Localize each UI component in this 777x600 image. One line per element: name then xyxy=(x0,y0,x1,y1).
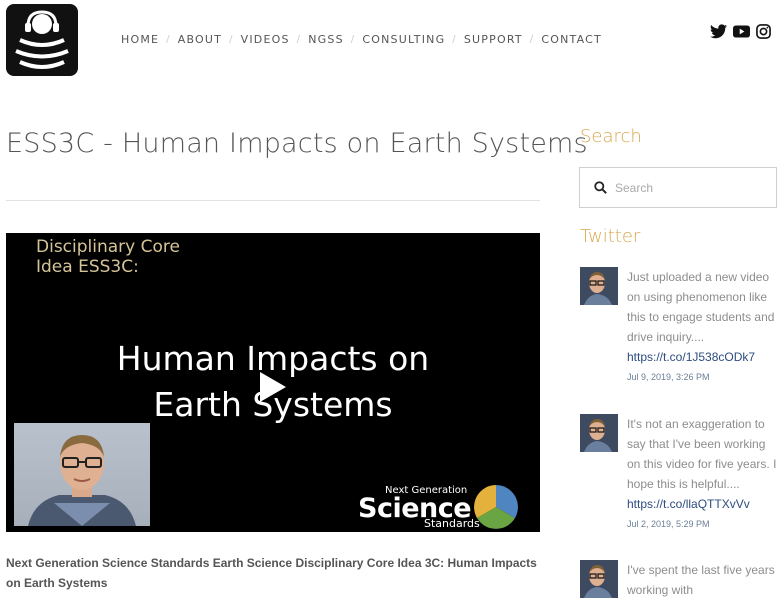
search-field[interactable] xyxy=(579,167,777,208)
search-heading: Search xyxy=(580,126,642,147)
nav-separator: / xyxy=(229,34,234,45)
video-tag: Disciplinary Core Idea ESS3C: xyxy=(36,237,180,277)
presenter-portrait-icon xyxy=(28,435,136,526)
youtube-icon[interactable] xyxy=(733,25,750,38)
tweet-text: It's not an exaggeration to say that I'v… xyxy=(627,417,777,491)
nav-separator: / xyxy=(452,34,457,45)
headphones-logo-icon xyxy=(15,10,69,69)
twitter-heading: Twitter xyxy=(580,226,641,247)
video-tag-line1: Disciplinary Core xyxy=(36,237,180,257)
search-input[interactable] xyxy=(615,180,755,195)
nav-support[interactable]: SUPPORT xyxy=(464,33,523,46)
nav-separator: / xyxy=(350,34,356,45)
avatar[interactable] xyxy=(580,560,618,598)
ngss-line3: Standards xyxy=(424,517,480,530)
tweet-date[interactable]: Jul 9, 2019, 3:26 PM xyxy=(627,370,777,384)
play-icon[interactable] xyxy=(260,372,286,402)
tweet-text: I've spent the last five years working w… xyxy=(627,563,775,597)
presenter-thumbnail xyxy=(14,423,150,526)
site-logo[interactable] xyxy=(6,4,78,76)
nav-about[interactable]: ABOUT xyxy=(178,33,222,46)
nav-contact[interactable]: CONTACT xyxy=(541,33,602,46)
nav-consulting[interactable]: CONSULTING xyxy=(362,33,445,46)
ngss-pie-icon xyxy=(474,485,518,529)
page-title: ESS3C - Human Impacts on Earth Systems xyxy=(6,128,588,159)
nav-home[interactable]: HOME xyxy=(121,33,159,46)
main-nav: HOME / ABOUT / VIDEOS / NGSS / CONSULTIN… xyxy=(121,33,602,46)
nav-ngss[interactable]: NGSS xyxy=(308,33,344,46)
avatar-portrait-icon xyxy=(580,560,618,598)
avatar[interactable] xyxy=(580,414,618,452)
social-links xyxy=(710,24,771,39)
ngss-video-logo: Next Generation Science Standards xyxy=(358,483,538,530)
nav-separator: / xyxy=(529,34,535,45)
avatar-portrait-icon xyxy=(580,414,618,452)
title-divider xyxy=(6,200,540,201)
nav-videos[interactable]: VIDEOS xyxy=(241,33,290,46)
video-tag-line2: Idea ESS3C: xyxy=(36,257,139,277)
tweet-link[interactable]: https://t.co/1J538cODk7 xyxy=(627,347,777,367)
video-caption: Next Generation Science Standards Earth … xyxy=(6,556,537,590)
tweet-date[interactable]: Jul 2, 2019, 5:29 PM xyxy=(627,517,777,531)
tweet-text: Just uploaded a new video on using pheno… xyxy=(627,270,775,344)
nav-separator: / xyxy=(166,34,171,45)
twitter-icon[interactable] xyxy=(710,24,727,39)
video-player[interactable]: Disciplinary Core Idea ESS3C: Human Impa… xyxy=(6,233,540,532)
avatar[interactable] xyxy=(580,267,618,305)
instagram-icon[interactable] xyxy=(756,24,771,39)
nav-separator: / xyxy=(296,34,302,45)
tweet-link[interactable]: https://t.co/llaQTTXvVv xyxy=(627,494,777,514)
search-icon xyxy=(594,181,607,194)
avatar-portrait-icon xyxy=(580,267,618,305)
